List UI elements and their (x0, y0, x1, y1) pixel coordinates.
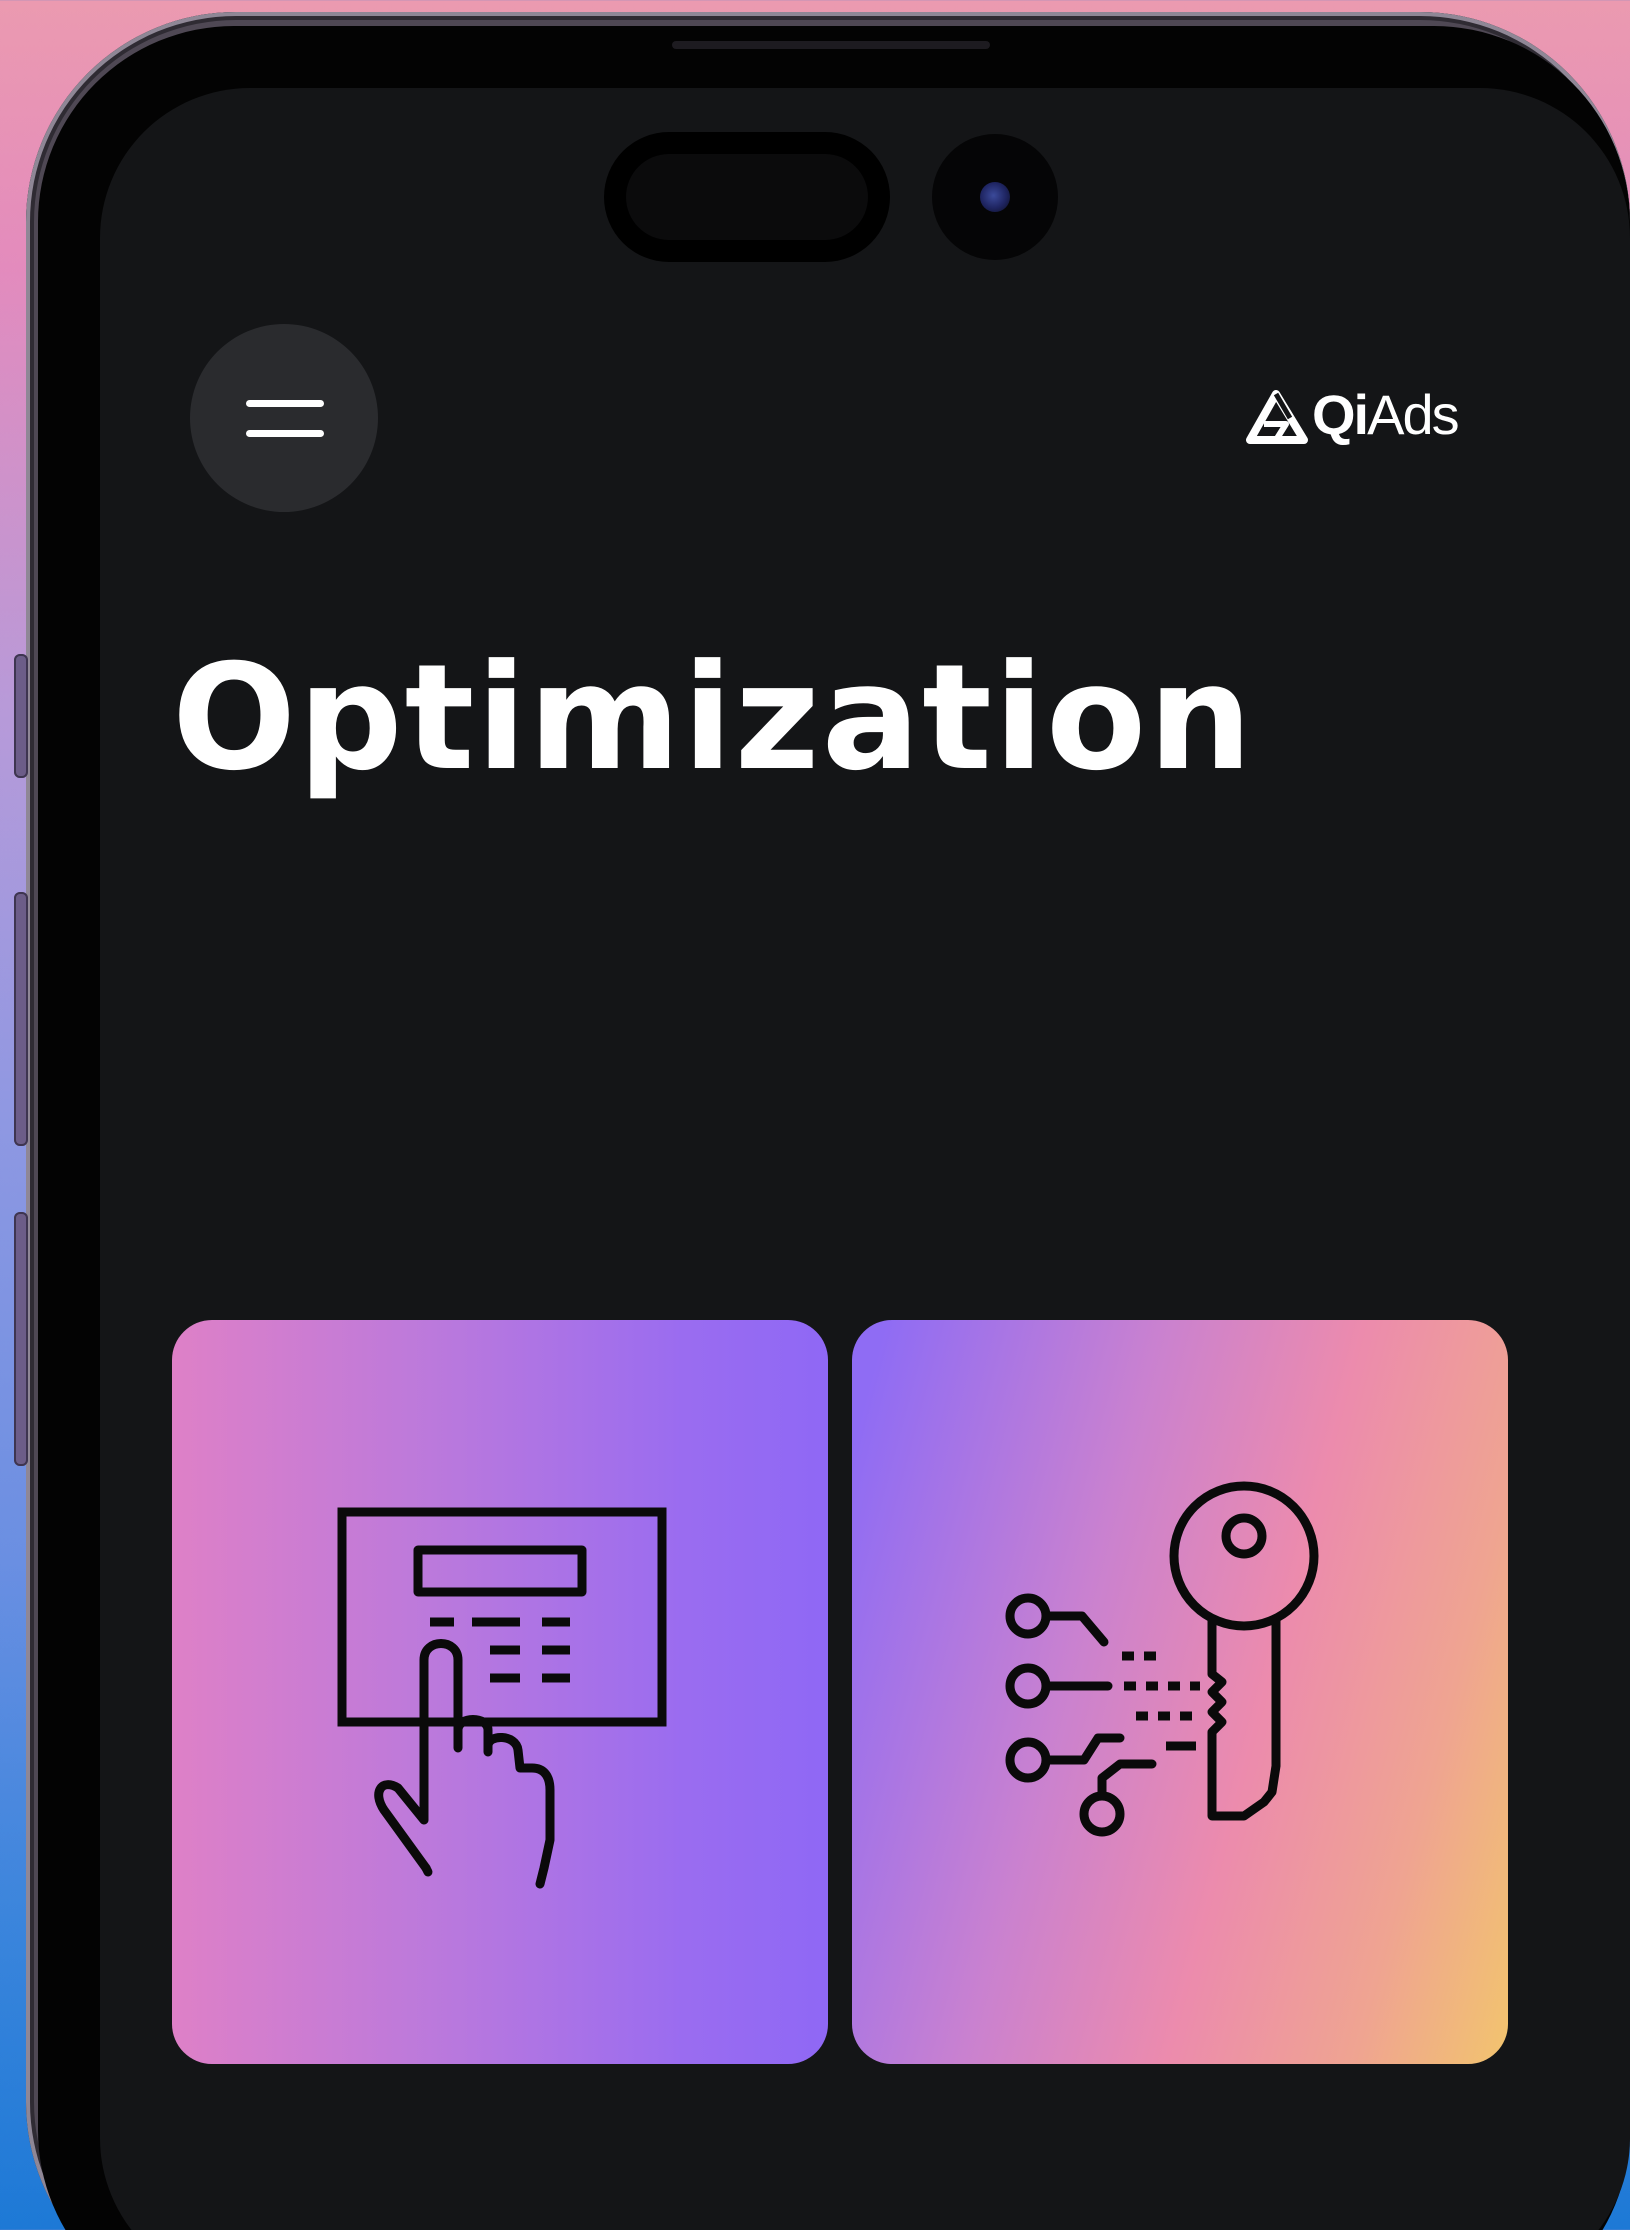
page-title: Optimization (172, 633, 1255, 803)
brand-wordmark: QiAds (1312, 383, 1460, 446)
volume-up-button (14, 892, 28, 1146)
front-camera (932, 134, 1058, 260)
camera-lens (980, 182, 1010, 212)
menu-line-top (246, 400, 324, 407)
menu-line-bottom (246, 430, 324, 437)
dynamic-island (604, 132, 890, 262)
brand-wordmark-light: Ads (1367, 383, 1459, 446)
brand-wordmark-bold: Qi (1312, 383, 1369, 446)
volume-down-button (14, 1212, 28, 1466)
dynamic-island-inner (626, 154, 868, 240)
keypad-hand-icon (337, 1507, 667, 1889)
action-button (14, 654, 28, 778)
brand-logo[interactable]: QiAds (1246, 383, 1490, 448)
digital-key-icon (1005, 1481, 1319, 1837)
digital-key-card[interactable] (852, 1320, 1508, 2064)
menu-button[interactable] (190, 324, 378, 512)
speaker-grille (672, 41, 990, 49)
qiads-triangle-logo-icon (1246, 390, 1308, 444)
keypad-card[interactable] (172, 1320, 828, 2064)
